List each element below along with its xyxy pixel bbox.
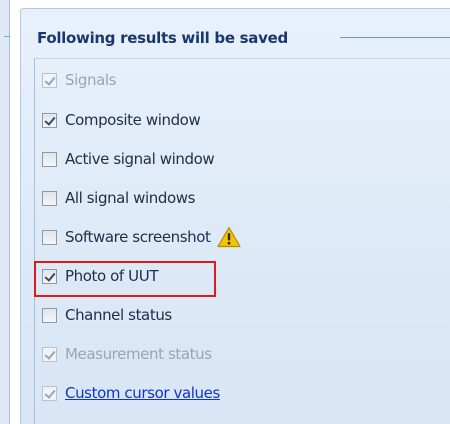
option-all-signal-windows[interactable]: All signal windows xyxy=(38,186,195,210)
custom-cursor-values-checkbox xyxy=(42,385,57,401)
signals-checkbox xyxy=(42,72,57,88)
option-software-screenshot[interactable]: Software screenshot xyxy=(38,225,241,249)
software-screenshot-checkbox[interactable] xyxy=(42,229,57,245)
warning-icon xyxy=(216,226,241,248)
composite-window-checkbox[interactable] xyxy=(42,112,57,128)
results-group-title: Following results will be saved xyxy=(37,29,288,47)
option-label: Channel status xyxy=(65,306,172,324)
option-photo-of-uut[interactable]: Photo of UUT xyxy=(38,264,159,288)
option-composite-window[interactable]: Composite window xyxy=(38,108,201,132)
option-label: Measurement status xyxy=(65,345,212,363)
option-label: All signal windows xyxy=(65,189,196,207)
all-signal-windows-checkbox[interactable] xyxy=(42,190,57,206)
option-label: Photo of UUT xyxy=(65,267,159,285)
option-measurement-status: Measurement status xyxy=(38,342,212,366)
measurement-status-checkbox xyxy=(42,346,57,362)
option-label: Composite window xyxy=(65,111,201,129)
channel-status-checkbox[interactable] xyxy=(42,307,57,323)
active-signal-window-checkbox[interactable] xyxy=(42,151,57,167)
option-channel-status[interactable]: Channel status xyxy=(38,303,172,327)
photo-of-uut-checkbox[interactable] xyxy=(42,268,57,284)
option-custom-cursor-values[interactable]: Custom cursor values xyxy=(38,381,220,405)
group-header-rule xyxy=(340,37,450,38)
option-label: Active signal window xyxy=(65,150,215,168)
option-active-signal-window[interactable]: Active signal window xyxy=(38,147,215,171)
custom-cursor-values-link[interactable]: Custom cursor values xyxy=(65,384,220,402)
results-group-header: Following results will be saved xyxy=(30,26,288,50)
left-pane-tick xyxy=(4,36,10,37)
option-signals: Signals xyxy=(38,68,116,92)
option-label: Software screenshot xyxy=(65,228,211,246)
option-label: Signals xyxy=(65,71,117,89)
left-pane-edge xyxy=(0,0,10,424)
